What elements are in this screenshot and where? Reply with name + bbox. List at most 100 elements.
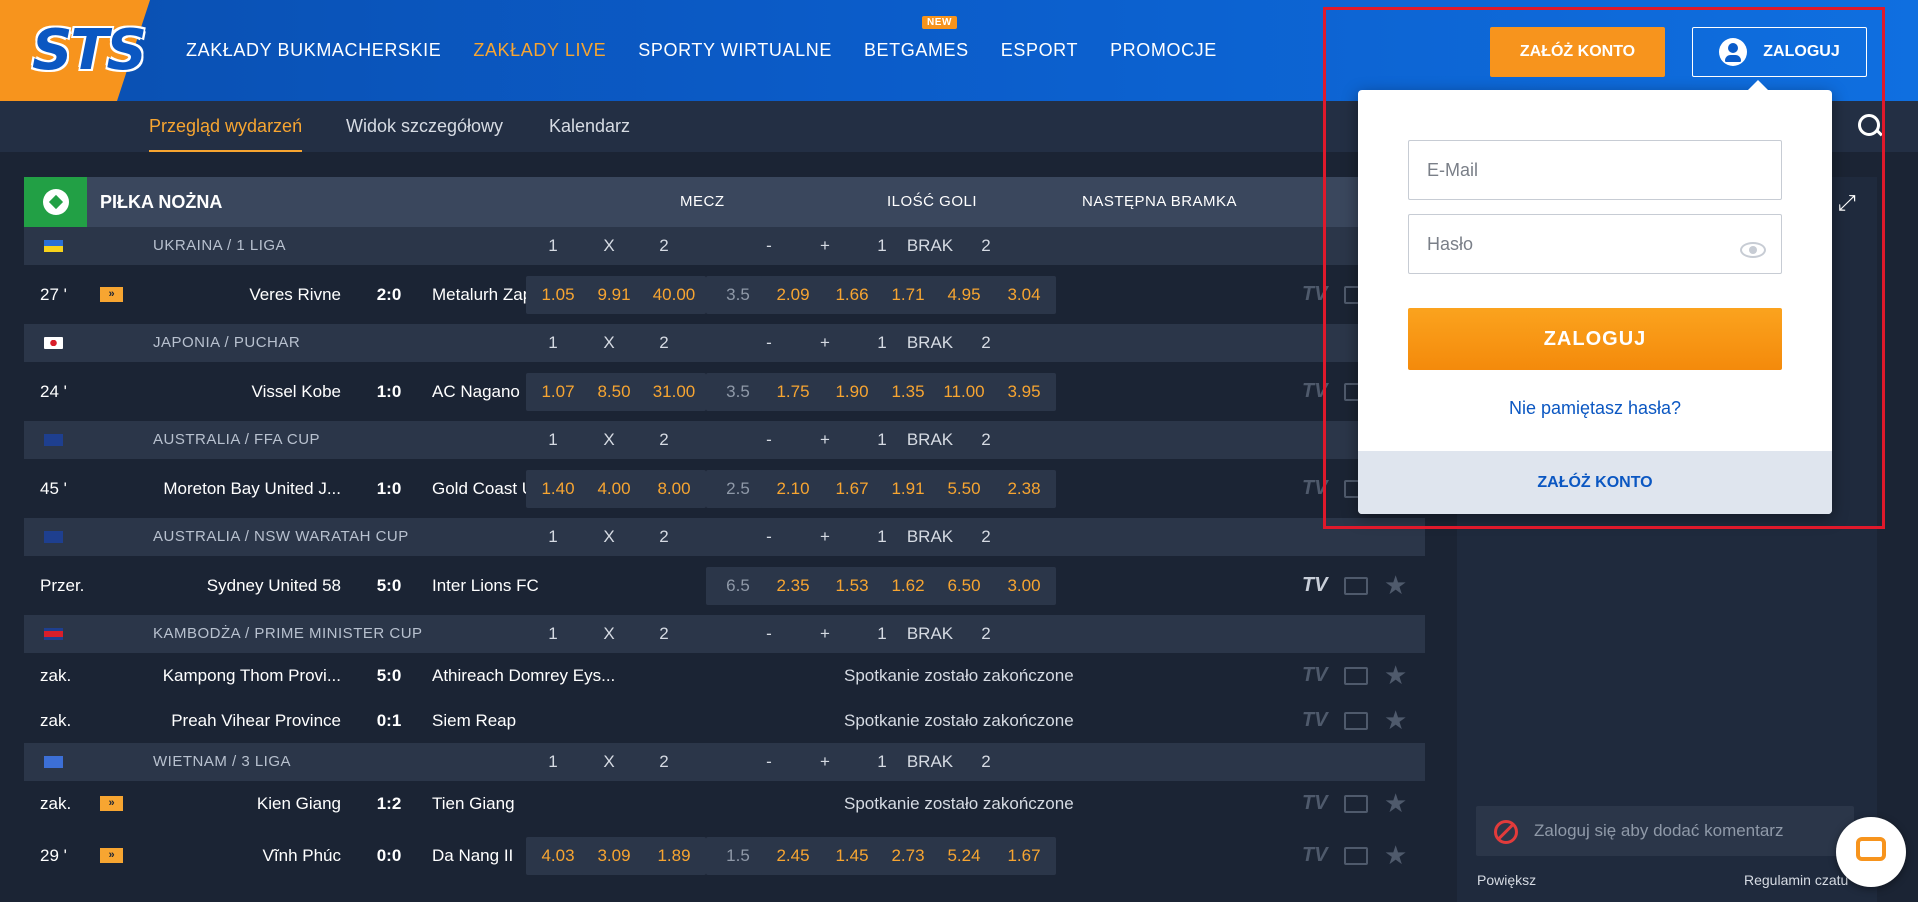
away-team[interactable]: Athireach Domrey Eys... [432, 653, 615, 698]
match-row[interactable]: 29 ' » Vĩnh Phúc 0:0 Da Nang II 4.03 3.09 1.89 1… [24, 826, 1425, 885]
home-team[interactable]: Moreton Bay United J... [163, 459, 341, 518]
home-team[interactable]: Preah Vihear Province [171, 698, 341, 743]
tab-detailed-view[interactable]: Widok szczegółowy [346, 101, 503, 152]
home-team[interactable]: Veres Rivne [249, 265, 341, 324]
favorite-star-icon[interactable]: ★ [1384, 556, 1407, 615]
match-row[interactable]: 45 ' Moreton Bay United J... 1:0 Gold Coast… [24, 459, 1425, 518]
away-team[interactable]: Da Nang II [432, 826, 513, 885]
away-team[interactable]: Tien Giang [432, 781, 515, 826]
odd-button[interactable]: 1.53 [820, 566, 884, 605]
odd-button[interactable]: 1.07 [526, 372, 590, 411]
home-team[interactable]: Sydney United 58 [207, 556, 341, 615]
odd-button[interactable]: 2.73 [876, 836, 940, 875]
odd-button[interactable]: 1.66 [820, 275, 884, 314]
tv-icon[interactable]: TV [1302, 362, 1328, 421]
away-team[interactable]: Siem Reap [432, 698, 516, 743]
chat-rules-link[interactable]: Regulamin czatu [1744, 872, 1848, 888]
odd-button[interactable]: 1.45 [820, 836, 884, 875]
odd-button[interactable]: 1.67 [820, 469, 884, 508]
odd-button[interactable]: 3.04 [992, 275, 1056, 314]
favorite-star-icon[interactable]: ★ [1384, 653, 1407, 698]
odd-button[interactable]: 1.90 [820, 372, 884, 411]
odd-button[interactable]: 40.00 [642, 275, 706, 314]
away-team[interactable]: Inter Lions FC [432, 556, 539, 615]
match-row[interactable]: Przer. Sydney United 58 5:0 Inter Lions FC 6… [24, 556, 1425, 615]
stats-icon[interactable] [1344, 666, 1368, 685]
odd-button[interactable]: 2.35 [761, 566, 825, 605]
match-row[interactable]: zak. » Kien Giang 1:2 Tien Giang Spotkanie zo… [24, 781, 1425, 826]
logo-text[interactable]: STS [32, 18, 147, 83]
enlarge-link[interactable]: Powiększ [1477, 872, 1536, 888]
tab-overview[interactable]: Przegląd wydarzeń [149, 101, 303, 152]
favorite-star-icon[interactable]: ★ [1384, 698, 1407, 743]
login-button[interactable]: ZALOGUJ [1692, 27, 1867, 77]
expand-icon[interactable]: ⤢ [1838, 190, 1858, 215]
odd-button[interactable]: 31.00 [642, 372, 706, 411]
home-team[interactable]: Vĩnh Phúc [263, 826, 341, 885]
odd-button[interactable]: 4.03 [526, 836, 590, 875]
stats-icon[interactable] [1344, 846, 1368, 865]
odd-button[interactable]: 8.00 [642, 469, 706, 508]
match-row[interactable]: 27 '» Veres Rivne 2:0 Metalurh Zaporizhya 1.… [24, 265, 1425, 324]
odd-button[interactable]: 1.91 [876, 469, 940, 508]
nav-promotions[interactable]: PROMOCJE [1110, 40, 1217, 61]
tv-icon[interactable]: TV [1302, 653, 1328, 698]
odd-button[interactable]: 2.45 [761, 836, 825, 875]
odd-button[interactable]: 1.75 [761, 372, 825, 411]
password-field[interactable] [1408, 214, 1782, 274]
stats-icon[interactable] [1344, 576, 1368, 595]
tv-icon[interactable]: TV [1302, 781, 1328, 826]
favorite-star-icon[interactable]: ★ [1384, 781, 1407, 826]
tv-icon[interactable]: TV [1302, 698, 1328, 743]
tv-icon[interactable]: TV [1302, 826, 1328, 885]
odd-button[interactable]: 3.95 [992, 372, 1056, 411]
match-row[interactable]: 24 ' Vissel Kobe 1:0 AC Nagano Parceiro 1.07… [24, 362, 1425, 421]
odd-button[interactable]: 1.89 [642, 836, 706, 875]
home-team[interactable]: Kampong Thom Provi... [163, 653, 341, 698]
odd-button[interactable]: 1.62 [876, 566, 940, 605]
tv-icon[interactable]: TV [1302, 459, 1328, 518]
odd-button[interactable]: 6.50 [932, 566, 996, 605]
odd-button[interactable]: 11.00 [932, 372, 996, 411]
stats-icon[interactable] [1344, 794, 1368, 813]
home-team[interactable]: Vissel Kobe [252, 362, 341, 421]
login-submit-button[interactable]: ZALOGUJ [1408, 308, 1782, 370]
nav-live[interactable]: ZAKŁADY LIVE [473, 40, 606, 61]
tab-calendar[interactable]: Kalendarz [549, 101, 630, 152]
favorite-star-icon[interactable]: ★ [1384, 826, 1407, 885]
tv-icon[interactable]: TV [1302, 265, 1328, 324]
odd-button[interactable]: 3.00 [992, 566, 1056, 605]
odd-button[interactable]: 4.00 [582, 469, 646, 508]
eye-icon[interactable] [1740, 242, 1766, 258]
email-field[interactable] [1408, 140, 1782, 200]
odd-button[interactable]: 4.95 [932, 275, 996, 314]
nav-bookmaker[interactable]: ZAKŁADY BUKMACHERSKIE [186, 40, 441, 61]
odd-button[interactable]: 1.40 [526, 469, 590, 508]
odd-button[interactable]: 8.50 [582, 372, 646, 411]
odd-button[interactable]: 2.10 [761, 469, 825, 508]
chat-bubble-icon[interactable] [1836, 817, 1906, 887]
home-team[interactable]: Kien Giang [257, 781, 341, 826]
nav-virtual[interactable]: SPORTY WIRTUALNE [638, 40, 832, 61]
register-footer-button[interactable]: ZAŁÓŻ KONTO [1358, 451, 1832, 514]
odd-button[interactable]: 5.24 [932, 836, 996, 875]
odd-button[interactable]: 1.35 [876, 372, 940, 411]
stats-icon[interactable] [1344, 711, 1368, 730]
odd-button[interactable]: 1.67 [992, 836, 1056, 875]
register-button[interactable]: ZAŁÓŻ KONTO [1490, 27, 1665, 77]
odd-button[interactable]: 5.50 [932, 469, 996, 508]
odd-button[interactable]: 2.38 [992, 469, 1056, 508]
odd-button[interactable]: 9.91 [582, 275, 646, 314]
search-icon[interactable] [1858, 114, 1880, 136]
comment-input[interactable]: Zaloguj się aby dodać komentarz [1476, 806, 1854, 856]
tv-icon[interactable]: TV [1302, 556, 1328, 615]
odd-button[interactable]: 3.09 [582, 836, 646, 875]
match-row[interactable]: zak. Preah Vihear Province 0:1 Siem Reap Spo… [24, 698, 1425, 743]
nav-betgames[interactable]: BETGAMES NEW [864, 16, 969, 61]
odd-button[interactable]: 1.05 [526, 275, 590, 314]
nav-esport[interactable]: ESPORT [1001, 40, 1078, 61]
match-row[interactable]: zak. Kampong Thom Provi... 5:0 Athireach Do… [24, 653, 1425, 698]
odd-button[interactable]: 1.71 [876, 275, 940, 314]
odd-button[interactable]: 2.09 [761, 275, 825, 314]
forgot-password-link[interactable]: Nie pamiętasz hasła? [1358, 398, 1832, 419]
